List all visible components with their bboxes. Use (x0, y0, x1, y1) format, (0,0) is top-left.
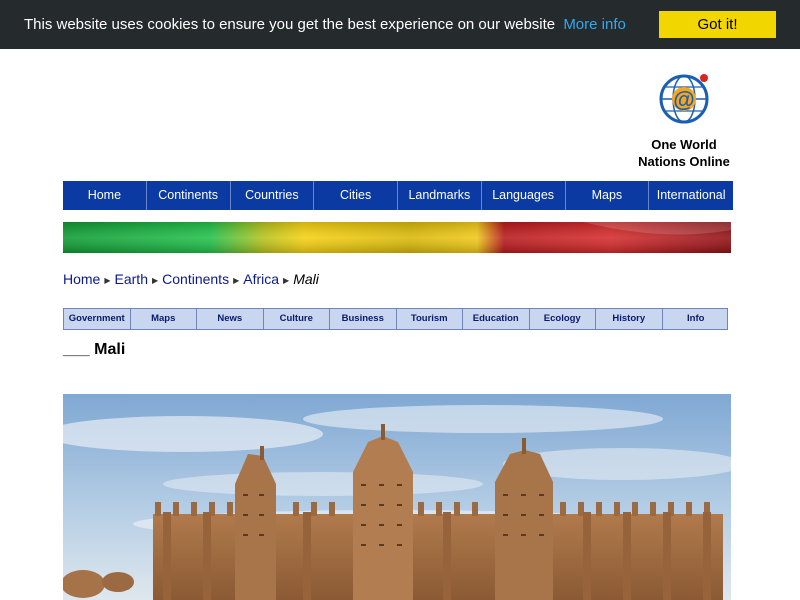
sub-nav-culture[interactable]: Culture (264, 309, 330, 329)
sub-nav-info[interactable]: Info (663, 309, 730, 329)
page-title: ___ Mali (63, 341, 126, 358)
triangle-right-icon: ▶ (151, 276, 159, 285)
cookie-message: This website uses cookies to ensure you … (24, 16, 556, 33)
breadcrumb-africa[interactable]: Africa (243, 271, 279, 287)
sub-nav-government[interactable]: Government (64, 309, 131, 329)
cookie-more-info-link[interactable]: More info (563, 16, 626, 33)
sub-nav-education[interactable]: Education (463, 309, 530, 329)
nav-item-cities[interactable]: Cities (314, 181, 398, 210)
great-mosque-photo (63, 394, 731, 600)
nav-item-landmarks[interactable]: Landmarks (398, 181, 482, 210)
sub-nav-history[interactable]: History (596, 309, 663, 329)
site-name-line1: One World (651, 137, 717, 152)
nav-item-languages[interactable]: Languages (482, 181, 566, 210)
sub-nav-news[interactable]: News (197, 309, 264, 329)
nav-item-continents[interactable]: Continents (147, 181, 231, 210)
nav-item-home[interactable]: Home (63, 181, 147, 210)
svg-text:@: @ (673, 87, 694, 112)
sub-nav-maps[interactable]: Maps (131, 309, 197, 329)
country-sub-navigation: Government Maps News Culture Business To… (63, 308, 728, 330)
site-logo-icon[interactable]: @ (658, 72, 710, 124)
sub-nav-ecology[interactable]: Ecology (530, 309, 596, 329)
cookie-consent-bar: This website uses cookies to ensure you … (0, 0, 800, 49)
main-navigation: Home Continents Countries Cities Landmar… (63, 181, 733, 210)
site-name-line2: Nations Online (638, 154, 730, 169)
nav-item-countries[interactable]: Countries (231, 181, 315, 210)
sub-nav-tourism[interactable]: Tourism (397, 309, 463, 329)
cookie-accept-button[interactable]: Got it! (659, 11, 776, 38)
breadcrumb-current: Mali (293, 271, 319, 287)
mali-flag-banner (63, 222, 731, 253)
breadcrumb-continents[interactable]: Continents (162, 271, 229, 287)
triangle-right-icon: ▶ (104, 276, 111, 285)
triangle-right-icon: ▶ (283, 276, 290, 285)
breadcrumb: Home ▶ Earth ▶ Continents ▶ Africa ▶ Mali (63, 271, 319, 287)
breadcrumb-earth[interactable]: Earth (115, 271, 148, 287)
triangle-right-icon: ▶ (233, 276, 240, 285)
nav-item-maps[interactable]: Maps (566, 181, 650, 210)
nav-item-international[interactable]: International (649, 181, 733, 210)
cookie-message-row: This website uses cookies to ensure you … (24, 16, 626, 33)
site-name[interactable]: One World Nations Online (625, 136, 743, 170)
sub-nav-business[interactable]: Business (330, 309, 397, 329)
breadcrumb-home[interactable]: Home (63, 271, 100, 287)
